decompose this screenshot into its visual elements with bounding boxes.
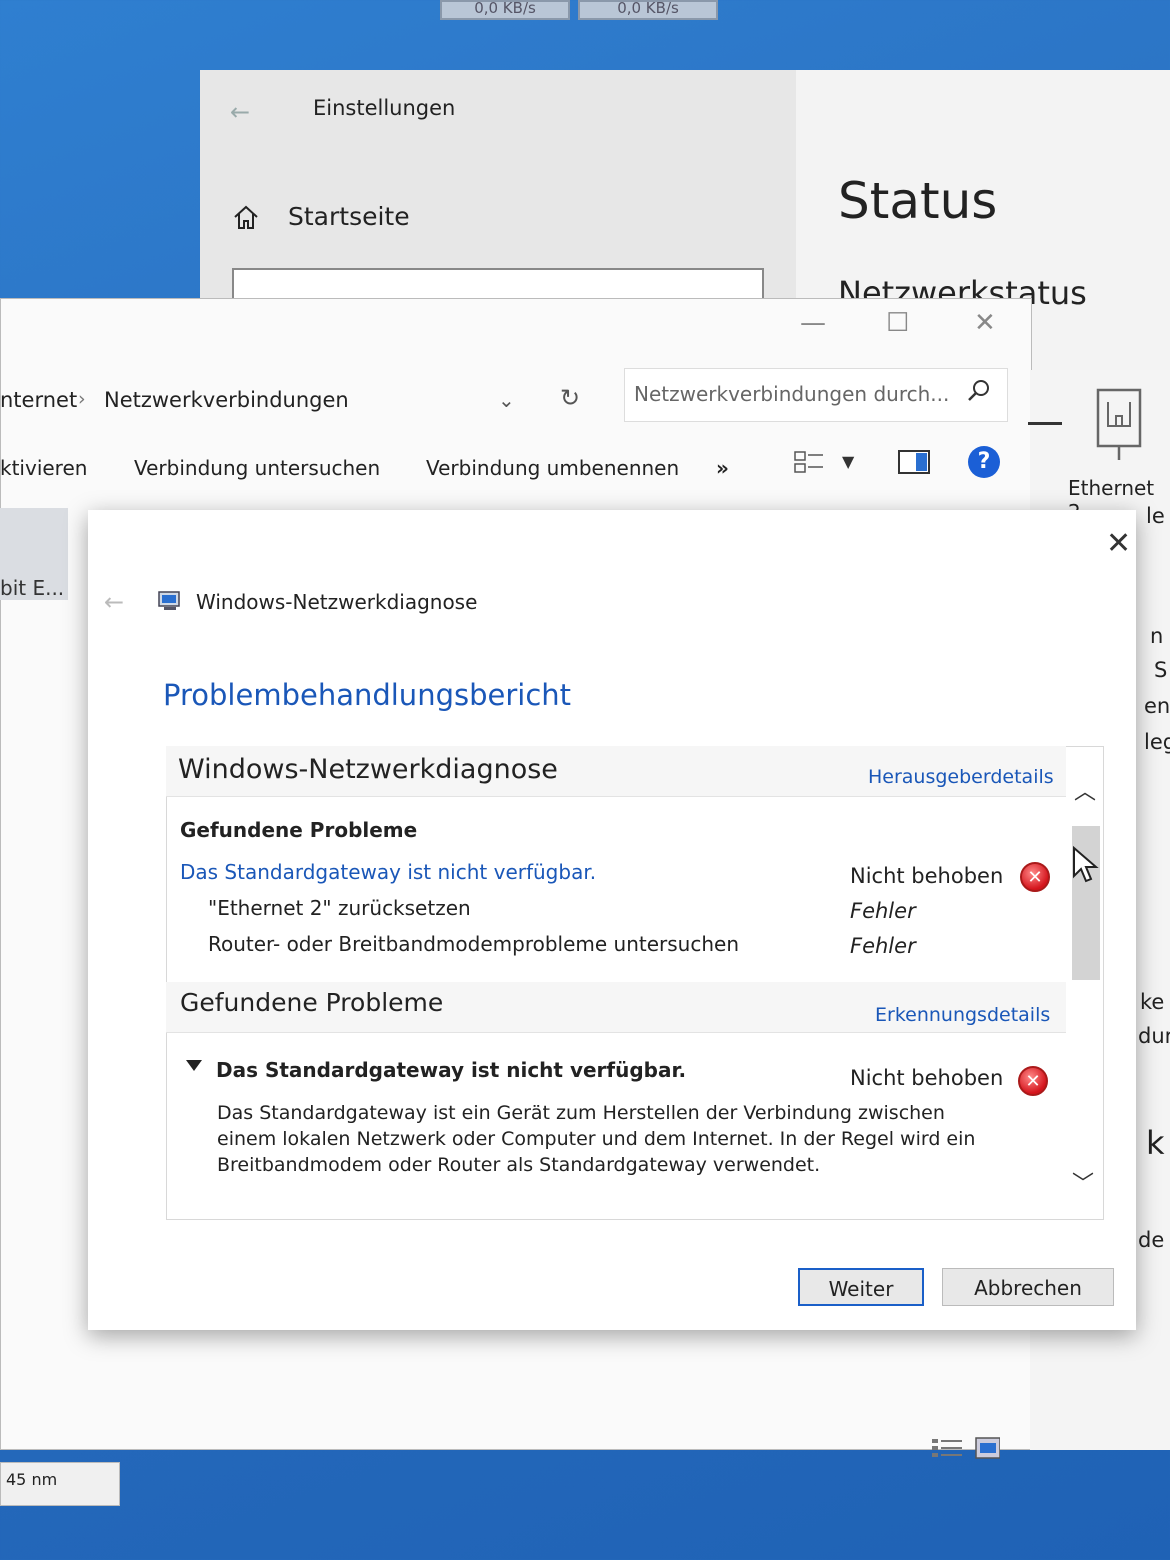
herausgeberdetails-link[interactable]: Herausgeberdetails (868, 766, 1054, 788)
error-icon: ✕ (1018, 1066, 1048, 1096)
dialog-back-arrow-icon[interactable]: ← (104, 588, 124, 616)
fragment-text: n (1150, 624, 1164, 648)
more-commands-icon[interactable]: » (716, 456, 729, 480)
explorer-search-placeholder: Netzwerkverbindungen durch... (634, 382, 950, 406)
cmd-deaktivieren[interactable]: ktivieren (0, 456, 87, 480)
view-options-icon[interactable] (794, 450, 824, 476)
close-button[interactable]: ✕ (974, 308, 996, 338)
ethernet-icon (1096, 388, 1142, 460)
back-arrow-icon[interactable]: ← (230, 98, 250, 126)
problem-link[interactable]: Das Standardgateway ist nicht verfügbar. (180, 860, 596, 884)
expand-triangle-icon[interactable] (186, 1060, 202, 1071)
upload-meter: 0,0 KB/s (578, 0, 718, 20)
mouse-cursor-icon (1073, 846, 1099, 883)
problem-description: Das Standardgateway ist ein Gerät zum He… (217, 1102, 976, 1176)
step-status: Fehler (850, 934, 916, 958)
scroll-up-icon[interactable]: ︿ (1074, 774, 1096, 806)
section1-title: Windows-Netzwerkdiagnose (178, 754, 558, 785)
found-problems-label: Gefundene Probleme (180, 818, 418, 842)
settings-title: Einstellungen (313, 96, 456, 120)
cmd-verbindung-untersuchen[interactable]: Verbindung untersuchen (134, 456, 380, 480)
preview-pane-icon[interactable] (898, 450, 930, 474)
next-button[interactable]: Weiter (798, 1268, 924, 1306)
fragment-text: leg (1144, 730, 1170, 754)
refresh-icon[interactable]: ↻ (560, 384, 580, 412)
fragment-text: en (1144, 694, 1170, 718)
adapter-label: bit E... (0, 576, 65, 600)
help-icon[interactable]: ? (968, 446, 1000, 478)
fragment-text: le (1146, 504, 1165, 528)
fragment-text: dur (1138, 1024, 1170, 1048)
section2-title: Gefundene Probleme (180, 988, 444, 1017)
chevron-down-icon[interactable]: ⌄ (498, 388, 515, 412)
breadcrumb-internet[interactable]: nternet (0, 388, 77, 412)
search-icon[interactable] (966, 378, 992, 404)
scroll-down-icon[interactable]: ﹀ (1072, 1166, 1094, 1198)
view-details-icon[interactable] (930, 1436, 1000, 1460)
network-diagnostics-icon (158, 591, 180, 610)
fragment-text: de (1138, 1228, 1165, 1252)
step-item: "Ethernet 2" zurücksetzen (208, 896, 471, 920)
dialog-close-icon[interactable]: ✕ (1106, 526, 1131, 561)
step-item: Router- oder Breitbandmodemprobleme unte… (208, 932, 740, 956)
divider (1028, 422, 1062, 425)
problem-heading[interactable]: Das Standardgateway ist nicht verfügbar. (216, 1058, 686, 1082)
chevron-right-icon: › (78, 388, 86, 410)
problem-status: Nicht behoben (850, 864, 1004, 888)
status-value: 45 nm (6, 1470, 58, 1489)
maximize-button[interactable]: ☐ (886, 308, 909, 338)
minimize-button[interactable]: — (800, 308, 826, 338)
erkennungsdetails-link[interactable]: Erkennungsdetails (875, 1004, 1050, 1026)
cancel-button[interactable]: Abbrechen (942, 1268, 1114, 1306)
step-status: Fehler (850, 899, 916, 923)
fragment-text: k (1146, 1124, 1165, 1162)
view-dropdown-icon[interactable]: ▼ (842, 452, 854, 471)
dialog-app-title: Windows-Netzwerkdiagnose (196, 590, 478, 614)
status-heading: Status (838, 172, 998, 230)
download-meter: 0,0 KB/s (440, 0, 570, 20)
error-icon: ✕ (1020, 862, 1050, 892)
startseite-link[interactable]: Startseite (288, 202, 410, 231)
home-icon (234, 205, 258, 229)
report-title: Problembehandlungsbericht (163, 678, 572, 712)
problem-status: Nicht behoben (850, 1066, 1004, 1090)
breadcrumb-netzwerkverbindungen[interactable]: Netzwerkverbindungen (104, 388, 349, 412)
cmd-verbindung-umbenennen[interactable]: Verbindung umbenennen (426, 456, 679, 480)
fragment-text: S (1154, 658, 1168, 682)
fragment-text: ke (1140, 990, 1165, 1014)
